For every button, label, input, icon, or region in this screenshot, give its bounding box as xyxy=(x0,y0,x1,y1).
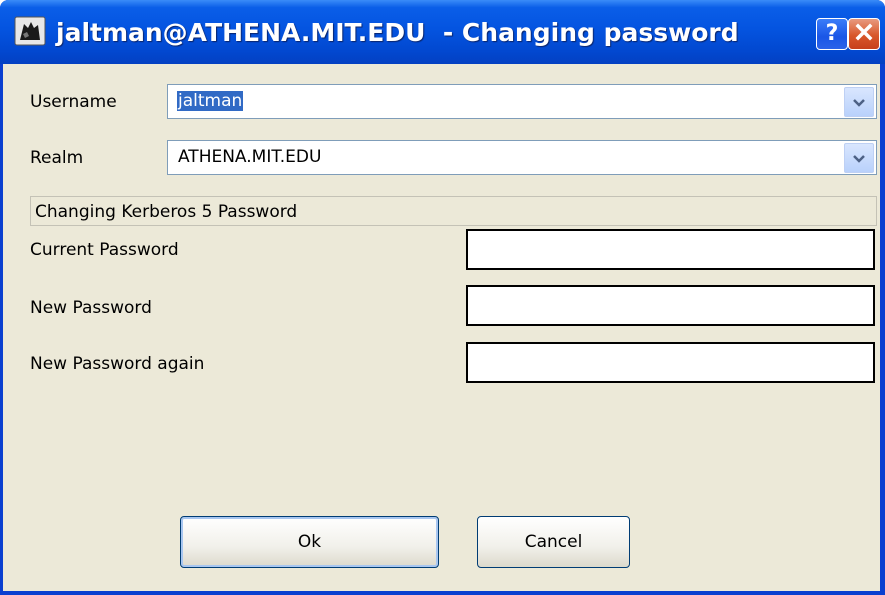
new-password-again-label: New Password again xyxy=(30,354,205,374)
section-header: Changing Kerberos 5 Password xyxy=(30,196,877,226)
chevron-down-icon xyxy=(852,149,866,168)
title-bar[interactable]: jaltman@ATHENA.MIT.EDU - Changing passwo… xyxy=(0,0,885,64)
username-value[interactable]: jaltman xyxy=(177,91,244,111)
username-label: Username xyxy=(30,92,117,112)
dialog-body: Username jaltman Realm ATHENA.MIT.EDU Ch… xyxy=(3,64,880,591)
new-password-again-field[interactable] xyxy=(466,342,875,383)
dialog-window: jaltman@ATHENA.MIT.EDU - Changing passwo… xyxy=(0,0,885,595)
realm-combobox[interactable]: ATHENA.MIT.EDU xyxy=(167,140,877,175)
current-password-label: Current Password xyxy=(30,240,179,260)
window-title: jaltman@ATHENA.MIT.EDU - Changing passwo… xyxy=(56,18,739,47)
close-button[interactable] xyxy=(848,18,880,50)
ok-button[interactable]: Ok xyxy=(180,516,439,568)
realm-value[interactable]: ATHENA.MIT.EDU xyxy=(178,147,321,167)
cancel-button[interactable]: Cancel xyxy=(477,516,630,568)
realm-label: Realm xyxy=(30,148,84,168)
realm-dropdown-button[interactable] xyxy=(844,143,874,173)
section-title: Changing Kerberos 5 Password xyxy=(35,202,298,222)
username-dropdown-button[interactable] xyxy=(844,87,874,117)
new-password-label: New Password xyxy=(30,298,152,318)
help-button[interactable]: ? xyxy=(816,18,848,50)
current-password-field[interactable] xyxy=(466,229,875,270)
chevron-down-icon xyxy=(852,93,866,112)
new-password-field[interactable] xyxy=(466,285,875,326)
close-icon xyxy=(854,22,874,46)
username-combobox[interactable]: jaltman xyxy=(167,84,877,119)
kerberos-app-icon[interactable] xyxy=(14,16,46,46)
help-icon: ? xyxy=(825,21,839,46)
